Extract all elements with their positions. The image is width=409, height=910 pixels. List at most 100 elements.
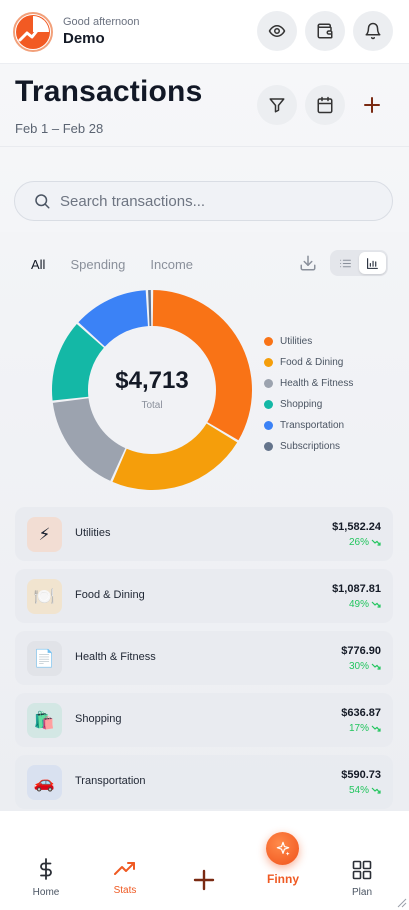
nav-home-label: Home xyxy=(32,887,60,898)
finny-label[interactable]: Finny xyxy=(257,872,309,886)
nav-plan-label: Plan xyxy=(351,887,372,898)
app-logo-avatar[interactable] xyxy=(13,12,53,52)
donut-total-label: Total xyxy=(141,400,163,411)
category-amount: $590.73 xyxy=(341,769,381,781)
category-change: 49% xyxy=(349,599,381,610)
legend-swatch xyxy=(264,442,273,451)
trending-down-icon xyxy=(371,725,381,732)
grid-icon xyxy=(352,860,372,880)
filter-button[interactable] xyxy=(257,85,297,125)
legend-item: Subscriptions xyxy=(264,436,353,457)
greeting-text: Good afternoon xyxy=(63,16,140,28)
trending-down-icon xyxy=(371,539,381,546)
legend-item: Food & Dining xyxy=(264,352,353,373)
legend-label: Subscriptions xyxy=(280,441,341,452)
category-row[interactable]: 🍽️ Food & Dining $1,087.81 49% xyxy=(15,569,393,623)
trending-up-icon xyxy=(114,862,135,875)
legend-swatch xyxy=(264,421,273,430)
resize-grip-icon[interactable] xyxy=(395,896,407,908)
download-icon[interactable] xyxy=(299,254,317,272)
legend-label: Transportation xyxy=(280,420,345,431)
search-icon xyxy=(35,194,50,209)
plus-icon xyxy=(193,869,215,891)
category-icon: 🛍️ xyxy=(27,703,62,738)
category-row[interactable]: ⚡ Utilities $1,582.24 26% xyxy=(15,507,393,561)
category-icon: 📄 xyxy=(27,641,62,676)
filter-tabs: All Spending Income xyxy=(31,257,218,272)
date-range[interactable]: Feb 1 – Feb 28 xyxy=(15,121,103,136)
wallet-button[interactable] xyxy=(305,11,345,51)
chart-legend: Utilities Food & Dining Health & Fitness Sh… xyxy=(264,331,353,457)
list-icon xyxy=(340,259,351,267)
page-title: Transactions xyxy=(15,75,203,108)
category-change-value: 26% xyxy=(348,537,369,548)
category-amount: $776.90 xyxy=(341,645,381,657)
trending-down-icon xyxy=(371,787,381,794)
legend-swatch xyxy=(264,337,273,346)
filter-icon xyxy=(269,98,285,113)
calendar-icon xyxy=(317,96,333,114)
dollar-icon xyxy=(40,858,52,880)
category-row[interactable]: 🚗 Transportation $590.73 54% xyxy=(15,755,393,809)
category-change-value: 54% xyxy=(348,785,369,796)
category-change-value: 30% xyxy=(348,661,369,672)
eye-icon xyxy=(268,25,286,37)
category-change: 54% xyxy=(349,785,381,796)
wallet-icon xyxy=(317,23,333,39)
search-input[interactable] xyxy=(60,192,360,210)
legend-swatch xyxy=(264,400,273,409)
user-name: Demo xyxy=(63,30,105,47)
category-amount: $636.87 xyxy=(341,707,381,719)
tab-income[interactable]: Income xyxy=(150,257,193,272)
category-amount: $1,582.24 xyxy=(332,521,381,533)
category-name: Food & Dining xyxy=(75,589,145,601)
legend-label: Shopping xyxy=(280,399,323,410)
chart-logo-icon xyxy=(16,15,50,49)
nav-add-button[interactable] xyxy=(192,868,216,892)
trending-down-icon xyxy=(371,663,381,670)
nav-stats-label: Stats xyxy=(113,885,137,896)
hide-balance-button[interactable] xyxy=(257,11,297,51)
category-change-value: 49% xyxy=(348,599,369,610)
category-change: 26% xyxy=(349,537,381,548)
category-row[interactable]: 📄 Health & Fitness $776.90 30% xyxy=(15,631,393,685)
nav-home[interactable]: Home xyxy=(28,858,64,898)
tab-all[interactable]: All xyxy=(31,257,45,272)
legend-label: Utilities xyxy=(280,336,313,347)
category-row[interactable]: 🛍️ Shopping $636.87 17% xyxy=(15,693,393,747)
category-icon: 🍽️ xyxy=(27,579,62,614)
top-bar: Good afternoon Demo xyxy=(0,0,409,64)
bell-icon xyxy=(365,22,381,40)
category-name: Shopping xyxy=(75,713,122,725)
add-transaction-button[interactable] xyxy=(361,94,383,116)
plus-icon xyxy=(364,97,380,113)
category-icon: 🚗 xyxy=(27,765,62,800)
category-name: Health & Fitness xyxy=(75,651,156,663)
bar-chart-icon xyxy=(367,257,378,269)
search-bar xyxy=(14,181,393,221)
category-amount: $1,087.81 xyxy=(332,583,381,595)
legend-label: Food & Dining xyxy=(280,357,344,368)
nav-stats[interactable]: Stats xyxy=(107,860,143,896)
transactions-screen: Good afternoon Demo Transactions Feb 1 –… xyxy=(0,0,409,910)
chart-view-button[interactable] xyxy=(359,252,386,274)
donut-total-value: $4,713 xyxy=(115,367,189,394)
view-toggle xyxy=(330,250,388,276)
list-view-button[interactable] xyxy=(332,252,359,274)
header-divider xyxy=(0,146,409,147)
tab-spending[interactable]: Spending xyxy=(70,257,125,272)
category-icon: ⚡ xyxy=(27,517,62,552)
notifications-button[interactable] xyxy=(353,11,393,51)
legend-item: Utilities xyxy=(264,331,353,352)
legend-swatch xyxy=(264,379,273,388)
trending-down-icon xyxy=(371,601,381,608)
legend-item: Transportation xyxy=(264,415,353,436)
legend-swatch xyxy=(264,358,273,367)
sparkle-icon xyxy=(276,841,290,856)
nav-plan[interactable]: Plan xyxy=(343,860,381,898)
calendar-button[interactable] xyxy=(305,85,345,125)
finny-assistant-button[interactable] xyxy=(266,832,299,865)
legend-item: Health & Fitness xyxy=(264,373,353,394)
category-change: 17% xyxy=(349,723,381,734)
donut-slice-subscriptions[interactable] xyxy=(148,290,152,327)
